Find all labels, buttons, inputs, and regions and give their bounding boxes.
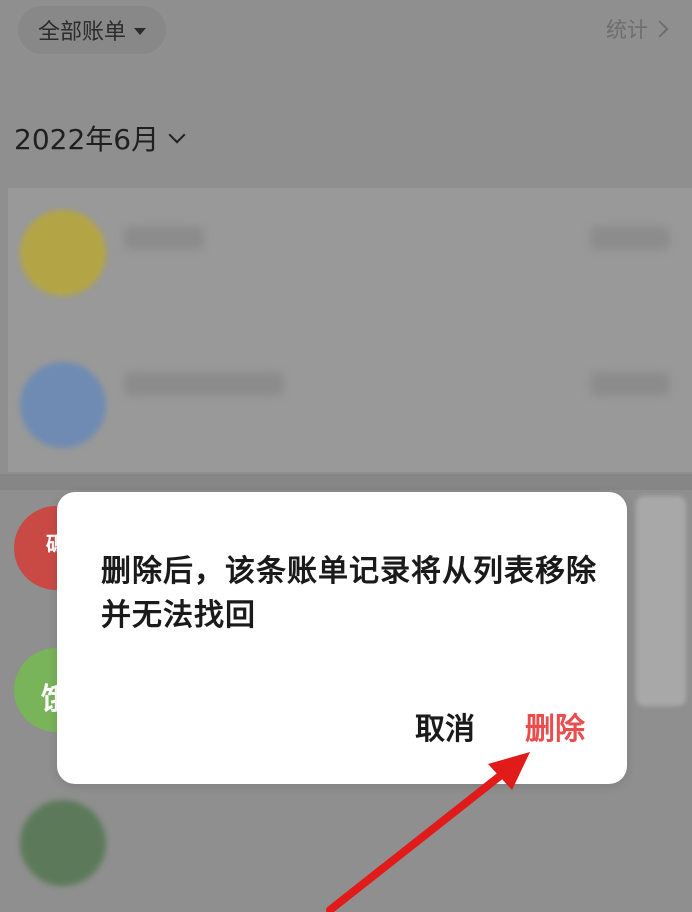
- delete-button[interactable]: 删除: [525, 704, 585, 748]
- month-label: 2022年6月: [14, 123, 160, 156]
- list-item-text: [124, 226, 204, 250]
- caret-down-icon: [134, 27, 147, 35]
- list-item-text: [124, 372, 284, 396]
- bill-filter-dropdown[interactable]: 全部账单: [18, 6, 167, 54]
- list-item-avatar: [20, 362, 106, 448]
- list-item-avatar: [20, 210, 106, 296]
- chevron-right-icon: [651, 20, 669, 38]
- delete-confirm-dialog: 删除后，该条账单记录将从列表移除并无法找回 取消 删除: [57, 492, 627, 784]
- dialog-message: 删除后，该条账单记录将从列表移除并无法找回: [101, 554, 597, 633]
- list-item-amount: [590, 372, 670, 396]
- list-item-avatar: [20, 800, 106, 886]
- stats-label: 统计: [606, 18, 648, 42]
- top-bar: 全部账单 统计: [0, 0, 692, 60]
- section-divider: [0, 474, 692, 490]
- right-edge-block: [636, 496, 686, 706]
- bill-filter-label: 全部账单: [38, 20, 127, 45]
- month-selector[interactable]: 2022年6月: [14, 118, 186, 158]
- stats-link[interactable]: 统计: [606, 14, 669, 44]
- chevron-down-icon: [168, 126, 186, 144]
- cancel-button[interactable]: 取消: [415, 704, 475, 748]
- list-item-amount: [590, 226, 670, 250]
